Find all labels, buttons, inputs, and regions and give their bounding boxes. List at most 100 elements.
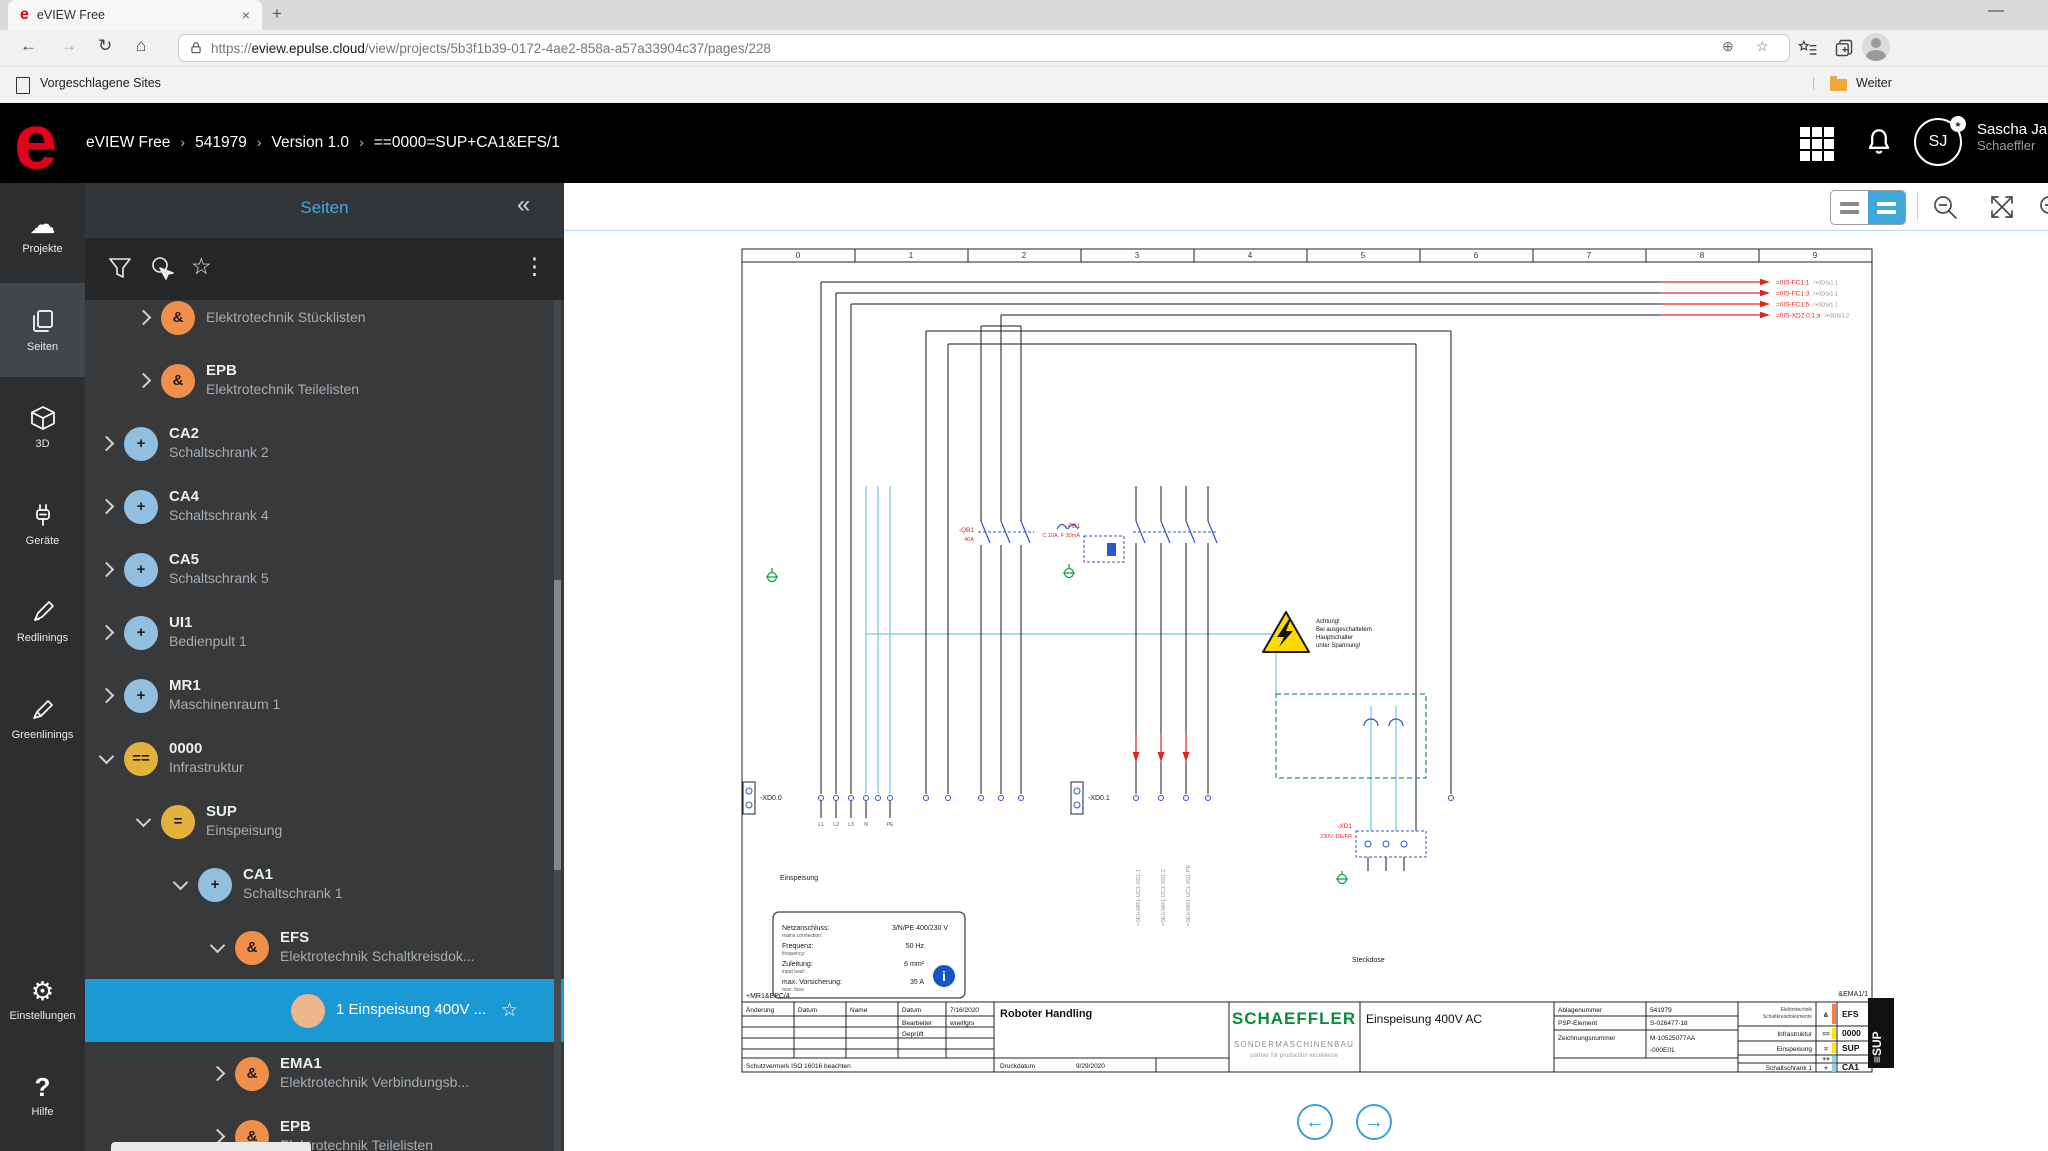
notifications-bell-icon[interactable] xyxy=(1862,125,1896,161)
epulse-logo[interactable]: e xyxy=(14,95,57,187)
connector-xd0-0[interactable]: -XD0.0 xyxy=(743,782,782,814)
address-bar[interactable]: https://eview.epulse.cloud/view/projects… xyxy=(178,34,1790,62)
socket-group[interactable]: -XD1 230V, DE/FR Steckdose xyxy=(1276,694,1426,964)
favorites-bar-icon[interactable] xyxy=(1798,39,1818,59)
svg-text:Ablagenummer: Ablagenummer xyxy=(1558,1007,1603,1014)
user-info[interactable]: Sascha Ja Schaeffler xyxy=(1977,121,2048,153)
list-detail-view-icon[interactable] xyxy=(1868,191,1905,224)
chevron-right-icon[interactable] xyxy=(99,436,115,452)
collapse-panel-icon[interactable]: « xyxy=(517,191,530,219)
einspeisung-label: Einspeisung xyxy=(780,875,818,882)
media-target-icon[interactable]: ⊕ xyxy=(1722,38,1734,55)
tree-item[interactable]: &EMA1Elektrotechnik Verbindungsb... xyxy=(85,1042,564,1105)
svg-text:input lead:: input lead: xyxy=(782,969,805,975)
chevron-down-icon[interactable] xyxy=(173,875,189,891)
panel-menu-kebab-icon[interactable]: ⋮ xyxy=(523,253,546,279)
bookmarks-divider: | xyxy=(1812,76,1815,90)
breadcrumb-app[interactable]: eVIEW Free xyxy=(86,134,170,151)
tree-item-desc: Schaltschrank 1 xyxy=(243,885,343,903)
chevron-right-icon[interactable] xyxy=(99,625,115,641)
fit-screen-icon[interactable] xyxy=(1987,192,2017,222)
svg-text:Hauptschalter: Hauptschalter xyxy=(1316,635,1353,641)
browser-tab[interactable]: e eVIEW Free × xyxy=(8,0,262,30)
forward-icon[interactable]: → xyxy=(60,36,77,56)
sidebar-item-seiten[interactable]: Seiten xyxy=(0,283,85,377)
chevron-right-icon[interactable] xyxy=(210,1066,226,1082)
collections-icon[interactable] xyxy=(1834,38,1854,58)
back-icon[interactable]: ← xyxy=(20,36,37,56)
panel-scrollbar[interactable] xyxy=(554,300,561,1151)
sidebar-item-geraete[interactable]: Geräte xyxy=(0,477,85,571)
tree-item[interactable]: +CA1Schaltschrank 1 xyxy=(85,853,564,916)
chevron-right-icon[interactable] xyxy=(99,499,115,515)
sidebar-item-greenlinings[interactable]: Greenlinings xyxy=(0,671,85,765)
structure-side-tab[interactable]: ≡SUP xyxy=(1868,998,1894,1068)
screen: e eVIEW Free × + — ← → ↻ ⌂ https://eview… xyxy=(0,0,2048,1151)
tree-item-selected[interactable]: 1 Einspeisung 400V ... ☆ xyxy=(85,979,564,1042)
sidebar-item-projekte[interactable]: ☁ Projekte xyxy=(0,186,85,280)
sidebar-item-redlinings[interactable]: Redlinings xyxy=(0,574,85,668)
tree-item[interactable]: =SUPEinspeisung xyxy=(85,790,564,853)
user-avatar[interactable]: SJ ★ xyxy=(1914,118,1962,166)
avatar-badge-icon: ★ xyxy=(1950,116,1966,132)
wires xyxy=(821,279,1770,871)
filter-icon[interactable] xyxy=(107,255,133,281)
chevron-right-icon[interactable] xyxy=(99,562,115,578)
sidebar-item-3d[interactable]: 3D xyxy=(0,380,85,474)
cross-reference-targets[interactable]: =0IS-FC1:1/+0DS/1.1 =0IS-FC1:3/+0DS/1.1 … xyxy=(1776,280,1849,320)
zoom-in-icon[interactable] xyxy=(2036,192,2048,222)
chevron-down-icon[interactable] xyxy=(99,749,115,765)
favorite-star-icon[interactable]: ☆ xyxy=(501,999,518,1022)
svg-text:SONDERMASCHINENBAU: SONDERMASCHINENBAU xyxy=(1234,1040,1354,1049)
tree-item[interactable]: +CA2Schaltschrank 2 xyxy=(85,412,564,475)
next-page-button[interactable]: → xyxy=(1356,1104,1392,1140)
tree-item[interactable]: &EFSElektrotechnik Schaltkreisdok... xyxy=(85,916,564,979)
tree-item[interactable]: +CA4Schaltschrank 4 xyxy=(85,475,564,538)
chevron-right-icon[interactable] xyxy=(99,688,115,704)
schematic-drawing[interactable]: 0 1 2 3 4 5 6 7 8 9 xyxy=(716,246,1900,1084)
svg-text:7/16/2020: 7/16/2020 xyxy=(950,1007,979,1014)
cube-icon xyxy=(29,404,57,432)
circuit-breaker-qb1[interactable]: -QB1 40A xyxy=(959,521,1034,543)
sidebar-item-einstellungen[interactable]: ⚙ Einstellungen xyxy=(0,953,85,1047)
previous-page-button[interactable]: ← xyxy=(1297,1104,1333,1140)
tree-item-desc: Elektrotechnik Schaltkreisdok... xyxy=(280,948,475,966)
favorites-star-icon[interactable]: ☆ xyxy=(191,253,212,279)
chevron-separator-icon: › xyxy=(180,134,185,150)
structure-badge: = xyxy=(161,805,195,839)
chevron-right-icon[interactable] xyxy=(136,373,152,389)
svg-text:++: ++ xyxy=(1822,1056,1830,1063)
sidebar-item-hilfe[interactable]: ? Hilfe xyxy=(0,1049,85,1143)
chevron-down-icon[interactable] xyxy=(136,812,152,828)
select-cursor-icon[interactable] xyxy=(149,255,175,281)
tree-item[interactable]: &Elektrotechnik Stücklisten xyxy=(85,300,564,349)
tree-item[interactable]: +CA5Schaltschrank 5 xyxy=(85,538,564,601)
sheet-title: Einspeisung 400V AC xyxy=(1366,1012,1482,1026)
scrollbar-thumb[interactable] xyxy=(554,580,561,870)
add-favorite-icon[interactable]: ☆ xyxy=(1756,38,1769,55)
tree-item[interactable]: +MR1Maschinenraum 1 xyxy=(85,664,564,727)
tree-item[interactable]: &EPBElektrotechnik Teilelisten xyxy=(85,349,564,412)
breadcrumb-page[interactable]: ==0000=SUP+CA1&EFS/1 xyxy=(374,134,560,151)
tree-item[interactable]: ==0000Infrastruktur xyxy=(85,727,564,790)
new-tab-icon[interactable]: + xyxy=(272,4,282,24)
svg-text:50 Hz: 50 Hz xyxy=(906,943,925,950)
apps-grid-icon[interactable] xyxy=(1800,127,1834,161)
window-minimize-icon[interactable]: — xyxy=(1988,2,2004,20)
tree-item-code: 1 Einspeisung 400V ... xyxy=(336,1001,486,1020)
bookmark-suggested-sites[interactable]: Vorgeschlagene Sites xyxy=(40,76,161,90)
bookmark-more-favorites[interactable]: Weiter xyxy=(1856,76,1892,90)
list-compact-view-icon[interactable] xyxy=(1831,191,1868,224)
tree-item[interactable]: +UI1Bedienpult 1 xyxy=(85,601,564,664)
zoom-out-icon[interactable] xyxy=(1930,192,1960,222)
tab-close-icon[interactable]: × xyxy=(238,7,254,23)
refresh-icon[interactable]: ↻ xyxy=(98,36,112,56)
home-icon[interactable]: ⌂ xyxy=(136,36,146,56)
browser-profile-avatar[interactable] xyxy=(1862,33,1890,61)
breadcrumb-project[interactable]: 541979 xyxy=(195,134,247,151)
chevron-down-icon[interactable] xyxy=(210,938,226,954)
chevron-right-icon[interactable] xyxy=(136,310,152,326)
breadcrumb-version[interactable]: Version 1.0 xyxy=(272,134,350,151)
connector-xd0-1[interactable]: -XD0.1 xyxy=(1071,782,1110,814)
rcd-fb1[interactable]: -FB1 C 10A, F 30mA xyxy=(1042,521,1218,562)
